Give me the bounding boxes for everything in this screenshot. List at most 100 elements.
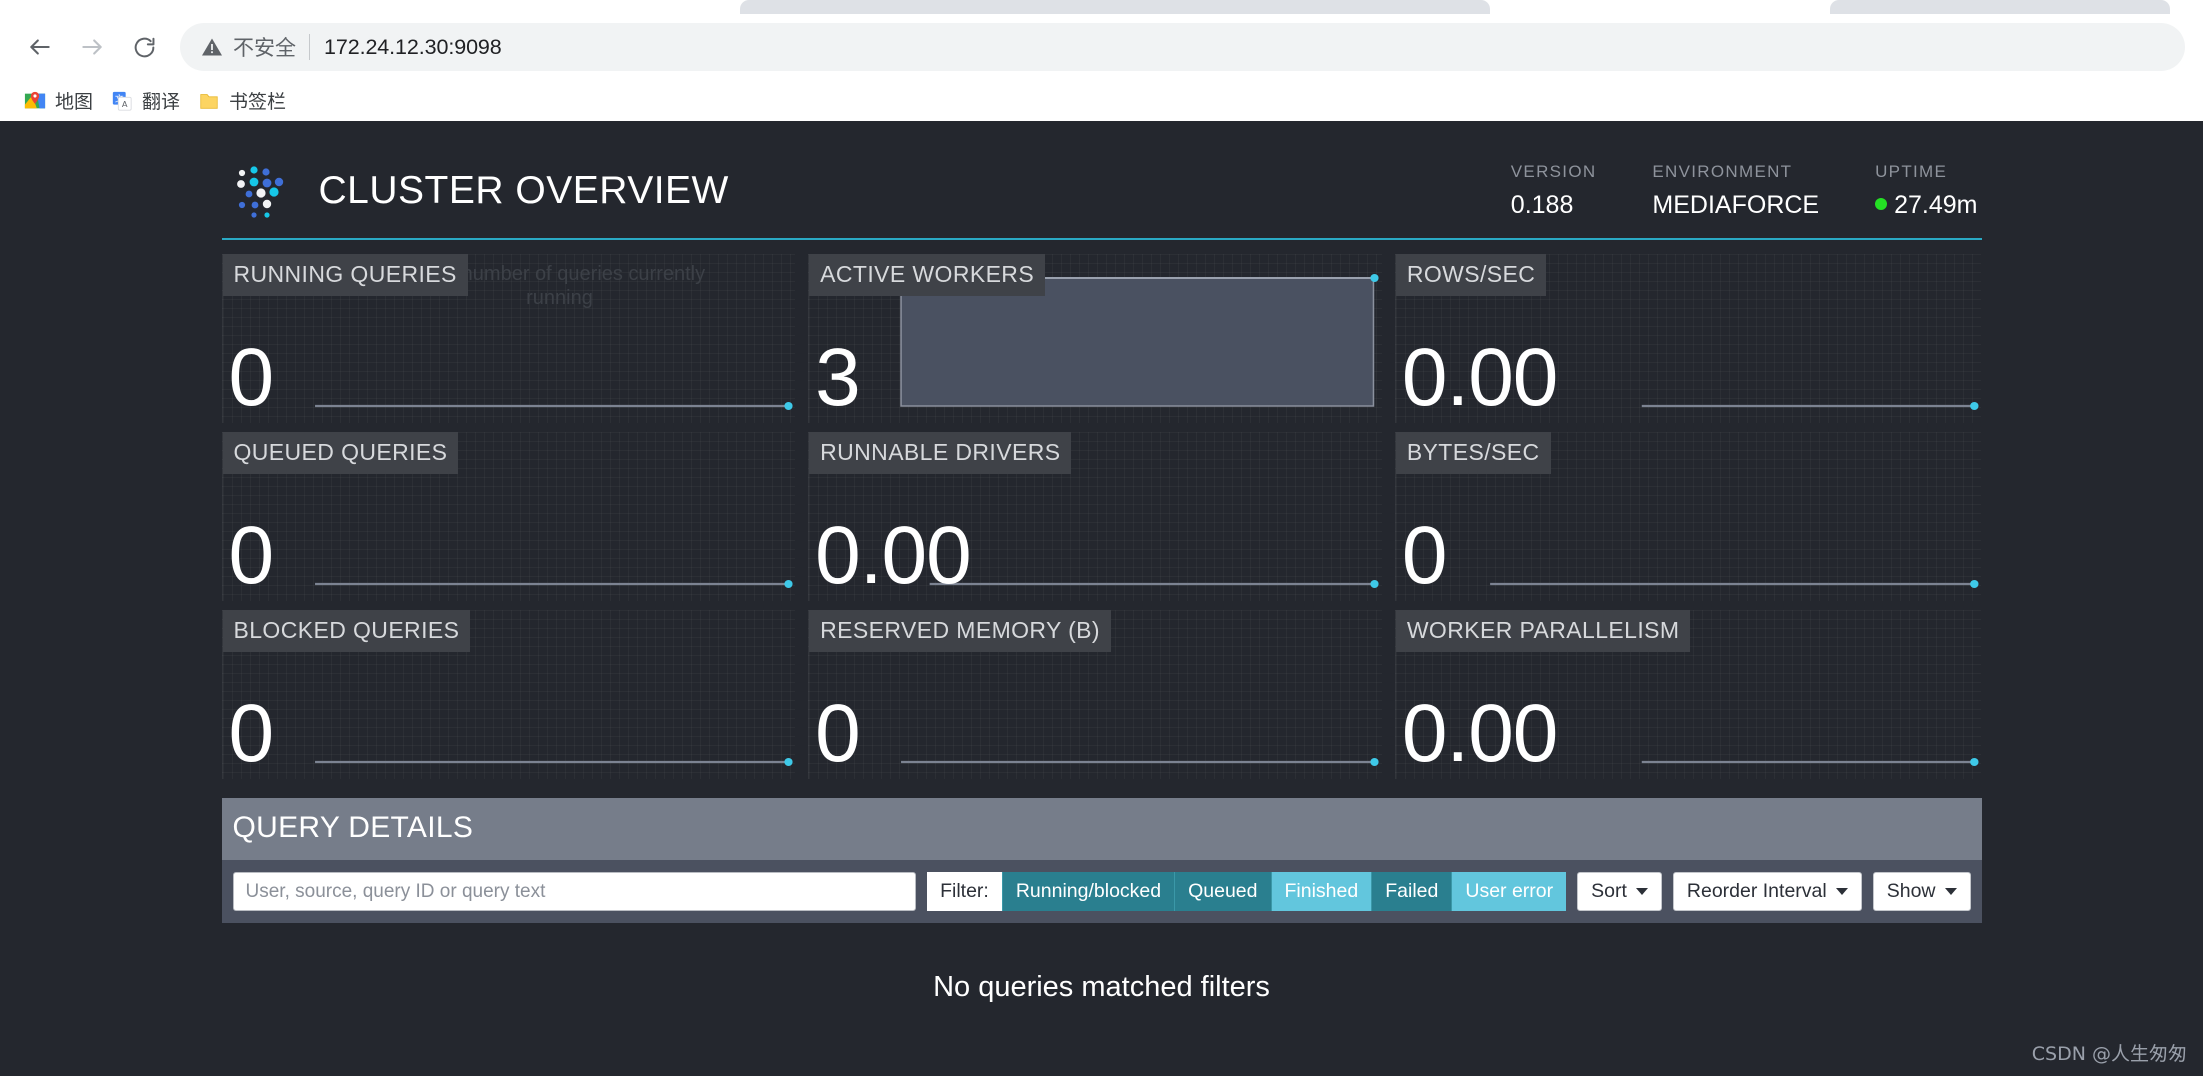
metric-value: 0.00 — [815, 510, 972, 602]
metric-card-queued-queries[interactable]: QUEUED QUERIES 0 — [221, 432, 796, 602]
svg-text:A: A — [122, 99, 128, 109]
meta-environment: ENVIRONMENT MEDIAFORCE — [1652, 162, 1819, 220]
watermark: CSDN @人生匆匆 — [2031, 1043, 2187, 1065]
meta-label: ENVIRONMENT — [1652, 162, 1793, 181]
show-dropdown[interactable]: Show — [1872, 872, 1971, 911]
bookmark-maps[interactable]: 地图 — [18, 83, 105, 118]
meta-value: MEDIAFORCE — [1652, 191, 1820, 219]
page-title: CLUSTER OVERVIEW — [318, 169, 729, 212]
search-input[interactable] — [232, 872, 917, 911]
address-bar[interactable]: 不安全 172.24.12.30:9098 — [180, 23, 2185, 71]
page-container: CLUSTER OVERVIEW VERSION 0.188 ENVIRONME… — [221, 121, 1982, 1043]
metric-label: RUNNABLE DRIVERS — [809, 432, 1072, 474]
metric-value: 3 — [815, 332, 861, 424]
reorder-interval-dropdown-label: Reorder Interval — [1686, 880, 1827, 902]
header-divider — [221, 238, 1982, 240]
bookmark-label: 书签栏 — [229, 91, 287, 113]
metric-cell: BLOCKED QUERIES 0 — [221, 610, 809, 788]
query-details-heading: QUERY DETAILS — [221, 798, 1982, 860]
metric-label: ACTIVE WORKERS — [809, 254, 1046, 296]
filter-queued[interactable]: Queued — [1174, 872, 1271, 911]
maps-icon — [24, 90, 46, 112]
filter-running-blocked[interactable]: Running/blocked — [1001, 872, 1175, 911]
chevron-down-icon — [1835, 888, 1848, 895]
bookmark-translate[interactable]: 文A 翻译 — [105, 83, 192, 118]
metric-card-reserved-memory[interactable]: RESERVED MEMORY (B) 0 — [808, 610, 1382, 779]
metric-card-active-workers[interactable]: ACTIVE WORKERS 3 — [808, 254, 1382, 423]
metric-label: BLOCKED QUERIES — [222, 610, 471, 652]
metric-value: 0 — [1401, 510, 1448, 602]
metric-card-blocked-queries[interactable]: BLOCKED QUERIES 0 — [221, 610, 796, 780]
meta-uptime: UPTIME 27.49m — [1875, 162, 1978, 220]
filter-user-error[interactable]: User error — [1451, 872, 1567, 911]
metric-label: ROWS/SEC — [1395, 254, 1547, 296]
meta-value-wrap: 27.49m — [1875, 191, 1978, 220]
page-header: CLUSTER OVERVIEW VERSION 0.188 ENVIRONME… — [222, 121, 1982, 233]
query-results-area: No queries matched filters — [221, 923, 1982, 1043]
filter-finished[interactable]: Finished — [1270, 872, 1372, 911]
meta-version: VERSION 0.188 — [1511, 162, 1597, 220]
reload-icon[interactable] — [118, 21, 170, 73]
url-text: 172.24.12.30:9098 — [324, 34, 502, 59]
metric-card-bytes-per-sec[interactable]: BYTES/SEC 0 — [1394, 432, 1982, 602]
tab-strip — [0, 0, 2203, 14]
sort-dropdown-label: Sort — [1591, 880, 1627, 902]
folder-icon — [198, 90, 220, 112]
metric-cell: QUEUED QUERIES 0 — [221, 432, 809, 610]
show-dropdown-label: Show — [1886, 880, 1936, 902]
metric-card-runnable-drivers[interactable]: RUNNABLE DRIVERS 0.00 — [808, 432, 1382, 601]
filter-failed[interactable]: Failed — [1371, 872, 1452, 911]
metric-value: 0 — [228, 688, 275, 780]
filter-label: Filter: — [927, 872, 1002, 911]
meta-value: 27.49m — [1894, 191, 1978, 219]
metric-cell: Total number of queries currently runnin… — [221, 254, 809, 432]
security-status-label: 不安全 — [233, 36, 296, 60]
metric-cell: BYTES/SEC 0 — [1394, 432, 1982, 610]
bookmarks-bar: 地图 文A 翻译 书签栏 — [0, 80, 2203, 121]
browser-chrome: 不安全 172.24.12.30:9098 地图 文A 翻译 书签栏 — [0, 0, 2203, 122]
meta-label: VERSION — [1510, 162, 1597, 181]
metric-label: RESERVED MEMORY (B) — [809, 610, 1111, 652]
status-dot-icon — [1875, 198, 1888, 210]
back-arrow-icon[interactable] — [14, 21, 66, 73]
metric-value: 0.00 — [1401, 688, 1559, 780]
cluster-overview-page: CLUSTER OVERVIEW VERSION 0.188 ENVIRONME… — [0, 121, 2203, 1076]
query-details-toolbar: Filter: Running/blocked Queued Finished … — [221, 860, 1982, 923]
browser-tab[interactable] — [740, 0, 1490, 14]
metric-cell: ROWS/SEC 0.00 — [1394, 254, 1982, 432]
metric-grid: Total number of queries currently runnin… — [221, 254, 1982, 788]
presto-dots-logo-icon — [229, 160, 295, 222]
metric-label: WORKER PARALLELISM — [1395, 610, 1691, 652]
metric-card-worker-parallelism[interactable]: WORKER PARALLELISM 0.00 — [1394, 610, 1982, 780]
metric-value: 0.00 — [1401, 332, 1559, 424]
metric-cell: RUNNABLE DRIVERS 0.00 — [808, 432, 1395, 610]
metric-label: RUNNING QUERIES — [222, 254, 468, 296]
metric-label: BYTES/SEC — [1395, 432, 1551, 474]
translate-icon: 文A — [111, 90, 133, 112]
sort-dropdown[interactable]: Sort — [1577, 872, 1662, 911]
filter-button-group: Filter: Running/blocked Queued Finished … — [927, 872, 1567, 911]
bookmark-label: 翻译 — [142, 91, 181, 113]
forward-arrow-icon[interactable] — [66, 21, 118, 73]
security-warning-icon — [200, 35, 224, 59]
address-bar-separator — [309, 34, 310, 60]
bookmark-folder[interactable]: 书签栏 — [192, 83, 298, 118]
metric-cell: WORKER PARALLELISM 0.00 — [1394, 610, 1982, 788]
metric-cell: RESERVED MEMORY (B) 0 — [808, 610, 1395, 788]
browser-tab-secondary[interactable] — [1830, 0, 2170, 14]
metric-value: 0 — [228, 332, 275, 424]
navigation-bar: 不安全 172.24.12.30:9098 — [0, 14, 2203, 80]
meta-value: 0.188 — [1510, 191, 1574, 219]
metric-label: QUEUED QUERIES — [222, 432, 459, 474]
reorder-interval-dropdown[interactable]: Reorder Interval — [1672, 872, 1862, 911]
metric-value: 0 — [228, 510, 275, 602]
metric-card-running-queries[interactable]: Total number of queries currently runnin… — [221, 254, 796, 424]
cluster-meta: VERSION 0.188 ENVIRONMENT MEDIAFORCE UPT… — [1511, 162, 1982, 220]
bookmark-label: 地图 — [55, 91, 94, 113]
chevron-down-icon — [1635, 888, 1648, 895]
query-details-section: QUERY DETAILS Filter: Running/blocked Qu… — [221, 798, 1982, 1043]
meta-label: UPTIME — [1875, 162, 1948, 181]
empty-state-message: No queries matched filters — [933, 971, 1270, 1003]
metric-value: 0 — [815, 688, 861, 780]
metric-card-rows-per-sec[interactable]: ROWS/SEC 0.00 — [1394, 254, 1982, 424]
